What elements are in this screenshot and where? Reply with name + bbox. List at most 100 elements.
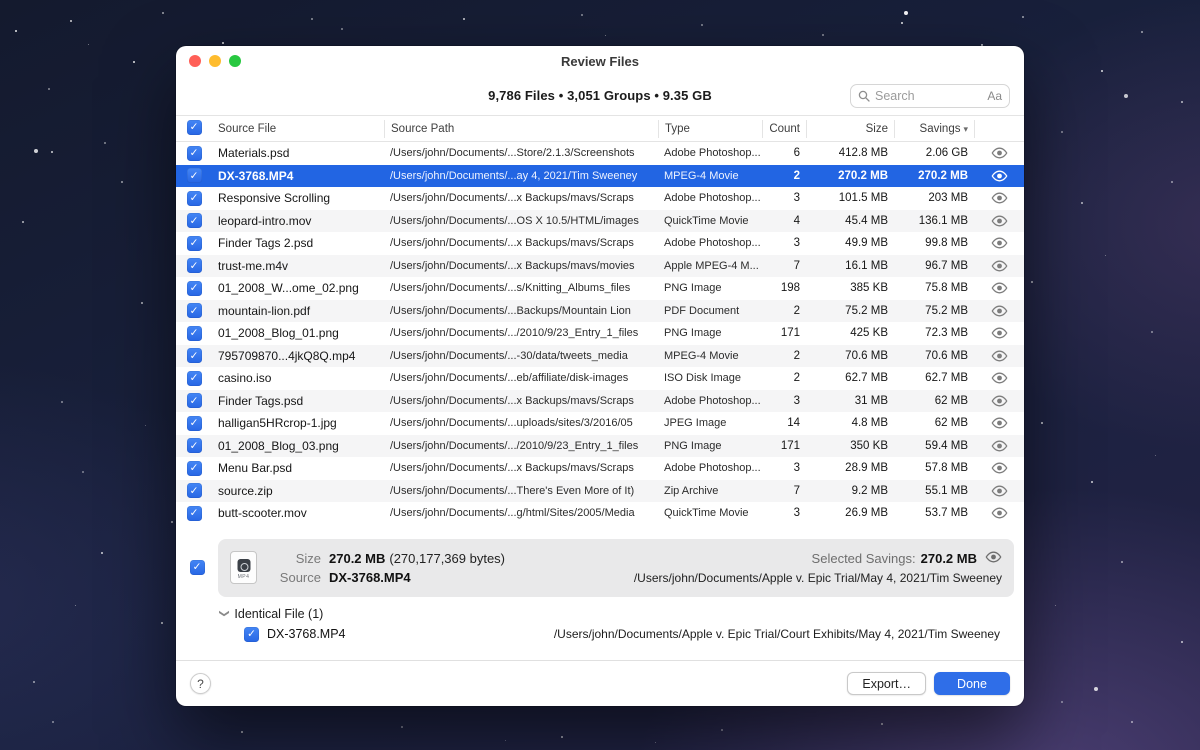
file-type: Adobe Photoshop... bbox=[658, 147, 762, 159]
preview-button[interactable] bbox=[974, 507, 1024, 519]
export-button[interactable]: Export… bbox=[847, 672, 926, 695]
preview-button[interactable] bbox=[974, 282, 1024, 294]
row-checkbox[interactable] bbox=[187, 416, 202, 431]
preview-button[interactable] bbox=[974, 395, 1024, 407]
savings-value: 203 MB bbox=[894, 192, 974, 204]
row-checkbox[interactable] bbox=[187, 483, 202, 498]
match-case-toggle[interactable]: Aa bbox=[987, 89, 1002, 103]
file-size: 49.9 MB bbox=[806, 237, 894, 249]
preview-button[interactable] bbox=[974, 350, 1024, 362]
table-row[interactable]: leopard-intro.mov /Users/john/Documents/… bbox=[176, 210, 1024, 233]
table-row[interactable]: DX-3768.MP4 /Users/john/Documents/...ay … bbox=[176, 165, 1024, 188]
table-row[interactable]: butt-scooter.mov /Users/john/Documents/.… bbox=[176, 502, 1024, 525]
preview-button[interactable] bbox=[974, 485, 1024, 497]
detail-size-label: Size bbox=[269, 551, 321, 566]
savings-value: 270.2 MB bbox=[894, 170, 974, 182]
identical-file-row[interactable]: DX-3768.MP4 /Users/john/Documents/Apple … bbox=[244, 627, 1014, 642]
detail-panel: MP4 Size 270.2 MB (270,177,369 bytes) Se… bbox=[218, 539, 1014, 597]
file-type: PDF Document bbox=[658, 305, 762, 317]
table-row[interactable]: 01_2008_Blog_01.png /Users/john/Document… bbox=[176, 322, 1024, 345]
file-size: 75.2 MB bbox=[806, 305, 894, 317]
preview-button[interactable] bbox=[974, 305, 1024, 317]
file-type: QuickTime Movie bbox=[658, 507, 762, 519]
row-checkbox[interactable] bbox=[187, 258, 202, 273]
source-path: /Users/john/Documents/.../2010/9/23_Entr… bbox=[384, 327, 658, 339]
done-button[interactable]: Done bbox=[934, 672, 1010, 695]
table-row[interactable]: Materials.psd /Users/john/Documents/...S… bbox=[176, 142, 1024, 165]
row-checkbox[interactable] bbox=[187, 281, 202, 296]
detail-preview-button[interactable] bbox=[985, 551, 1002, 563]
titlebar[interactable]: Review Files bbox=[176, 46, 1024, 76]
source-file-name: 01_2008_W...ome_02.png bbox=[212, 281, 384, 295]
zoom-button[interactable] bbox=[229, 55, 241, 67]
identical-files-disclosure[interactable]: ❯ Identical File (1) bbox=[220, 607, 1014, 621]
table-row[interactable]: Responsive Scrolling /Users/john/Documen… bbox=[176, 187, 1024, 210]
detail-group-checkbox[interactable] bbox=[190, 560, 205, 575]
column-header-type[interactable]: Type bbox=[658, 120, 762, 138]
savings-value: 70.6 MB bbox=[894, 350, 974, 362]
row-checkbox[interactable] bbox=[187, 438, 202, 453]
row-checkbox-cell bbox=[176, 258, 212, 273]
preview-button[interactable] bbox=[974, 462, 1024, 474]
table-row[interactable]: 795709870...4jkQ8Q.mp4 /Users/john/Docum… bbox=[176, 345, 1024, 368]
row-checkbox-cell bbox=[176, 506, 212, 521]
row-checkbox[interactable] bbox=[187, 303, 202, 318]
row-checkbox[interactable] bbox=[187, 236, 202, 251]
preview-button[interactable] bbox=[974, 372, 1024, 384]
preview-button[interactable] bbox=[974, 237, 1024, 249]
preview-button[interactable] bbox=[974, 260, 1024, 272]
row-checkbox[interactable] bbox=[187, 461, 202, 476]
table-row[interactable]: source.zip /Users/john/Documents/...Ther… bbox=[176, 480, 1024, 503]
row-checkbox[interactable] bbox=[187, 348, 202, 363]
savings-value: 75.8 MB bbox=[894, 282, 974, 294]
file-type: MPEG-4 Movie bbox=[658, 170, 762, 182]
preview-button[interactable] bbox=[974, 440, 1024, 452]
preview-button[interactable] bbox=[974, 417, 1024, 429]
table-row[interactable]: 01_2008_W...ome_02.png /Users/john/Docum… bbox=[176, 277, 1024, 300]
identical-file-path: /Users/john/Documents/Apple v. Epic Tria… bbox=[354, 627, 1000, 641]
preview-button[interactable] bbox=[974, 147, 1024, 159]
column-header-count[interactable]: Count bbox=[762, 120, 806, 138]
row-checkbox-cell bbox=[176, 303, 212, 318]
table-row[interactable]: trust-me.m4v /Users/john/Documents/...x … bbox=[176, 255, 1024, 278]
row-checkbox[interactable] bbox=[187, 506, 202, 521]
search-input[interactable]: Search Aa bbox=[850, 84, 1010, 108]
table-row[interactable]: mountain-lion.pdf /Users/john/Documents/… bbox=[176, 300, 1024, 323]
column-header-source-file[interactable]: Source File bbox=[212, 120, 384, 138]
row-checkbox[interactable] bbox=[187, 393, 202, 408]
help-button[interactable]: ? bbox=[190, 673, 211, 694]
source-path: /Users/john/Documents/...x Backups/mavs/… bbox=[384, 237, 658, 249]
column-header-source-path[interactable]: Source Path bbox=[384, 120, 658, 138]
preview-button[interactable] bbox=[974, 192, 1024, 204]
select-all-checkbox[interactable] bbox=[187, 120, 202, 135]
row-checkbox[interactable] bbox=[187, 213, 202, 228]
preview-button[interactable] bbox=[974, 327, 1024, 339]
eye-icon bbox=[991, 462, 1008, 474]
table-row[interactable]: 01_2008_Blog_03.png /Users/john/Document… bbox=[176, 435, 1024, 458]
table-row[interactable]: casino.iso /Users/john/Documents/...eb/a… bbox=[176, 367, 1024, 390]
close-button[interactable] bbox=[189, 55, 201, 67]
window-title: Review Files bbox=[176, 46, 1024, 78]
preview-button[interactable] bbox=[974, 170, 1024, 182]
column-header-savings[interactable]: Savings▾ bbox=[894, 120, 974, 138]
row-checkbox[interactable] bbox=[187, 146, 202, 161]
row-checkbox[interactable] bbox=[187, 371, 202, 386]
duplicate-count: 171 bbox=[762, 440, 806, 452]
eye-icon bbox=[991, 507, 1008, 519]
preview-button[interactable] bbox=[974, 215, 1024, 227]
table-row[interactable]: Menu Bar.psd /Users/john/Documents/...x … bbox=[176, 457, 1024, 480]
row-checkbox[interactable] bbox=[187, 168, 202, 183]
file-size: 26.9 MB bbox=[806, 507, 894, 519]
savings-value: 62.7 MB bbox=[894, 372, 974, 384]
row-checkbox[interactable] bbox=[187, 191, 202, 206]
source-path: /Users/john/Documents/...OS X 10.5/HTML/… bbox=[384, 215, 658, 227]
review-files-window: Review Files 9,786 Files • 3,051 Groups … bbox=[176, 46, 1024, 706]
table-row[interactable]: halligan5HRcrop-1.jpg /Users/john/Docume… bbox=[176, 412, 1024, 435]
duplicate-count: 2 bbox=[762, 305, 806, 317]
table-row[interactable]: Finder Tags.psd /Users/john/Documents/..… bbox=[176, 390, 1024, 413]
table-row[interactable]: Finder Tags 2.psd /Users/john/Documents/… bbox=[176, 232, 1024, 255]
minimize-button[interactable] bbox=[209, 55, 221, 67]
row-checkbox[interactable] bbox=[187, 326, 202, 341]
identical-file-checkbox[interactable] bbox=[244, 627, 259, 642]
column-header-size[interactable]: Size bbox=[806, 120, 894, 138]
